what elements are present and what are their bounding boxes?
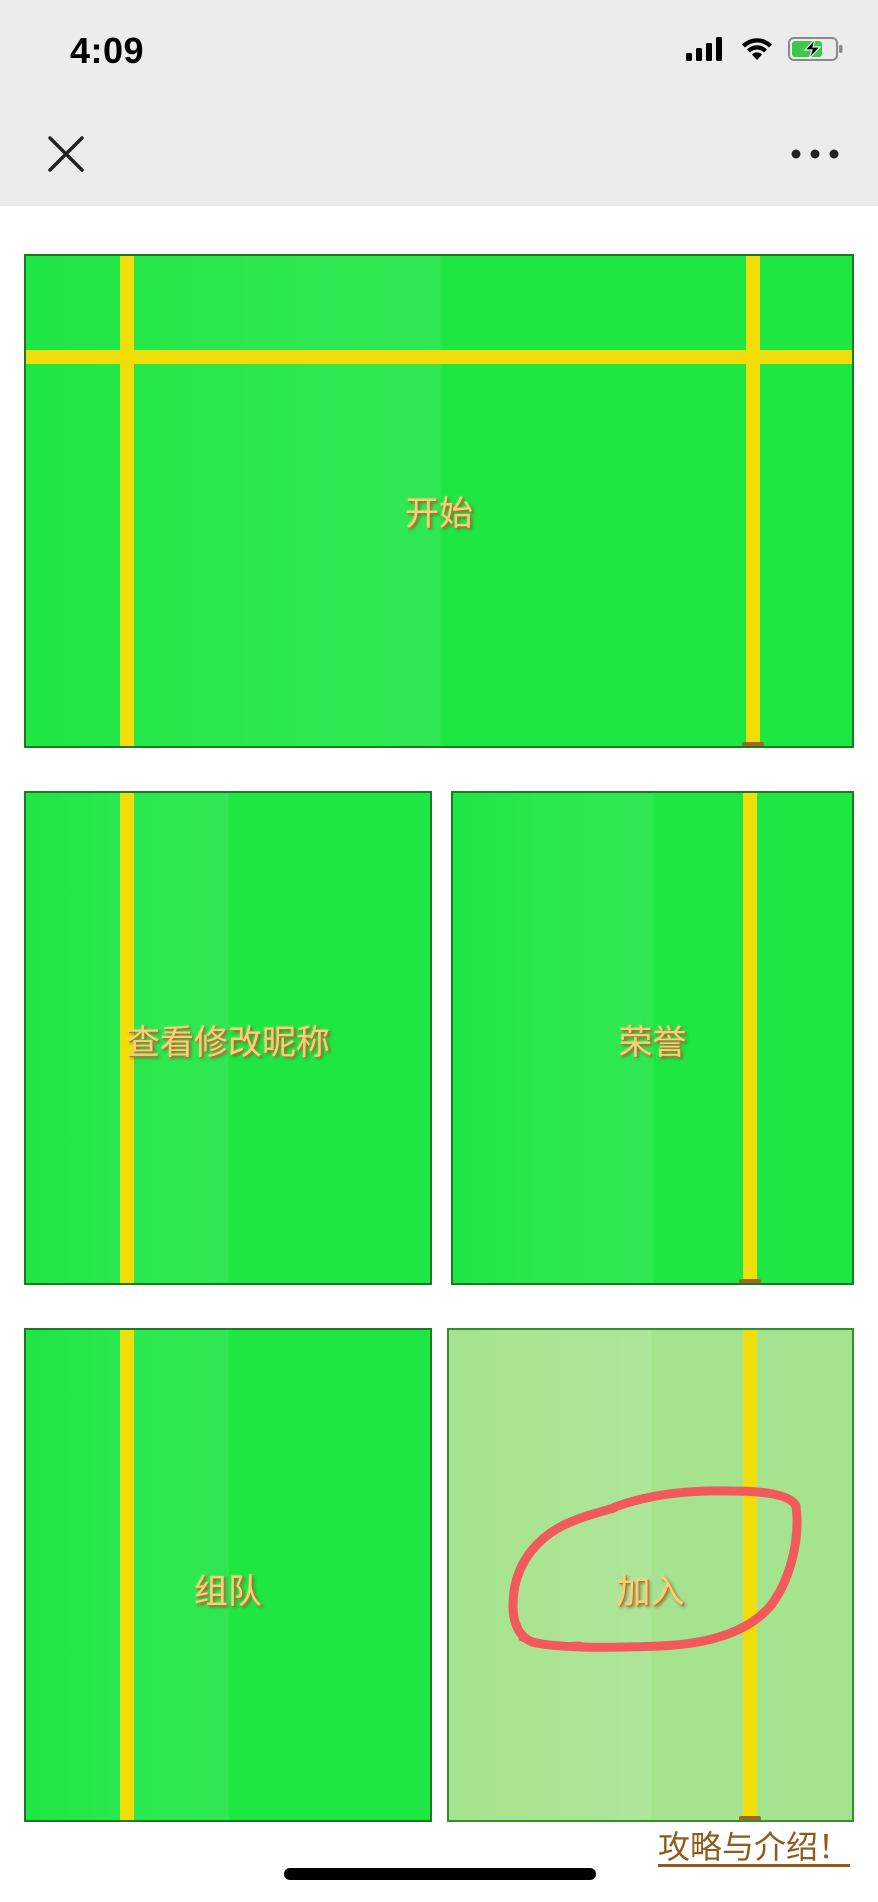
goalpost-right <box>746 256 760 746</box>
honor-tile[interactable]: 荣誉 <box>451 791 854 1285</box>
goalpost-base <box>739 1816 761 1820</box>
nickname-tile[interactable]: 查看修改昵称 <box>24 791 432 1285</box>
crossbar <box>26 350 852 364</box>
team-label: 组队 <box>194 1572 262 1612</box>
nav-bar <box>0 100 878 206</box>
more-icon <box>791 149 839 159</box>
join-label: 加入 <box>616 1572 685 1612</box>
goalpost-left <box>120 1330 134 1820</box>
start-tile[interactable]: 开始 <box>24 254 854 748</box>
goalpost-right <box>743 1330 757 1820</box>
status-bar: 4:09 <box>0 0 878 100</box>
signal-icon <box>686 37 722 61</box>
goalpost-left <box>120 256 134 746</box>
status-time: 4:09 <box>70 30 145 71</box>
more-button[interactable] <box>788 142 842 166</box>
goalpost-base <box>742 742 764 746</box>
team-tile[interactable]: 组队 <box>24 1328 432 1822</box>
guide-link[interactable]: 攻略与介绍！ <box>658 1822 850 1868</box>
goalpost-right <box>743 793 757 1283</box>
wifi-icon <box>742 38 772 60</box>
goalpost-base <box>739 1279 761 1283</box>
join-tile[interactable]: 加入 <box>447 1328 854 1822</box>
start-label: 开始 <box>405 494 473 534</box>
home-indicator <box>284 1868 596 1880</box>
battery-charging-icon <box>788 37 843 61</box>
nickname-label: 查看修改昵称 <box>126 1023 330 1063</box>
close-icon <box>48 136 84 172</box>
goalpost-left <box>120 793 134 1283</box>
status-icons <box>686 36 844 62</box>
honor-label: 荣誉 <box>618 1023 687 1063</box>
close-button[interactable] <box>44 132 88 176</box>
